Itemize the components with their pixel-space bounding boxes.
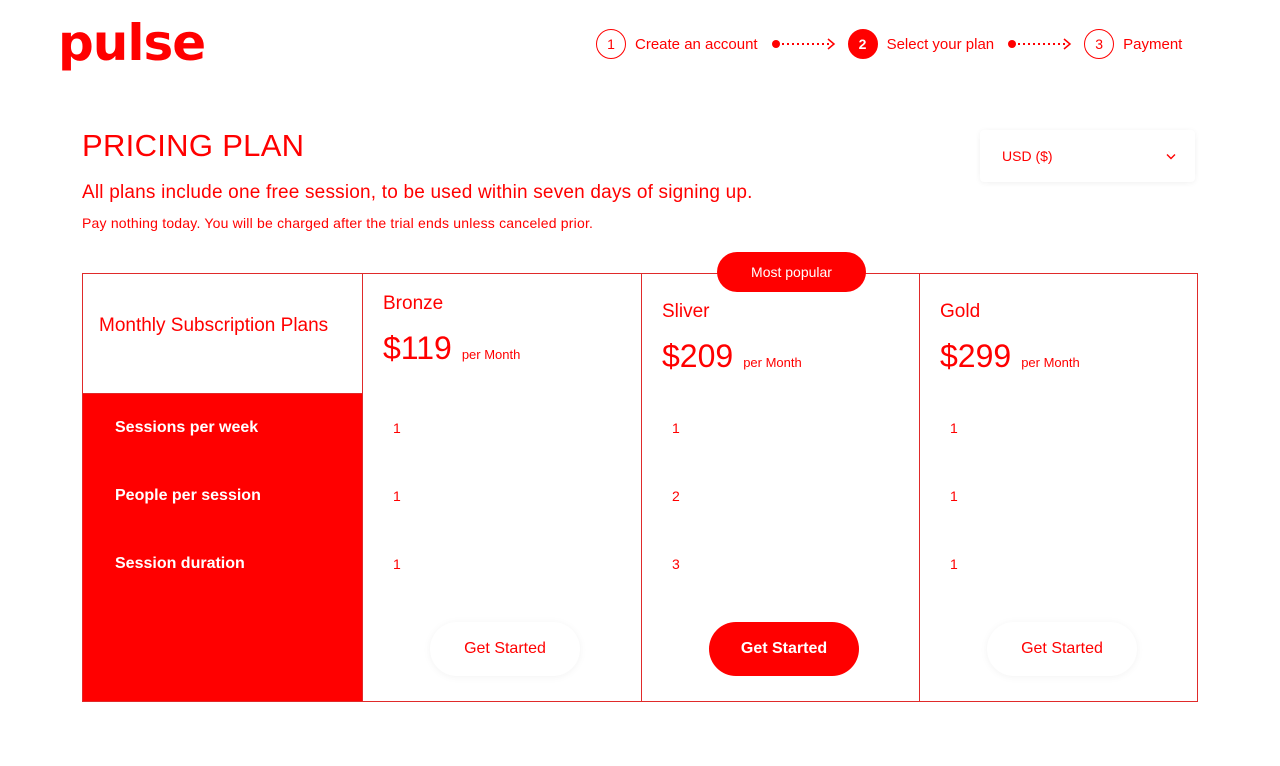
step-select-plan[interactable]: 2 Select your plan xyxy=(847,29,995,59)
table-header-label-cell: Monthly Subscription Plans xyxy=(83,274,362,394)
step-label: Create an account xyxy=(635,35,758,53)
plan-value-sessions: 1 xyxy=(672,420,680,436)
most-popular-badge: Most popular xyxy=(717,252,866,292)
plan-value-sessions: 1 xyxy=(950,420,958,436)
price-period: per Month xyxy=(461,347,521,362)
feature-label-people: People per session xyxy=(115,487,261,504)
step-number: 3 xyxy=(1084,29,1115,59)
plan-name: Gold xyxy=(940,301,981,322)
currency-select[interactable]: USD ($) xyxy=(980,130,1195,182)
plan-name: Bronze xyxy=(383,293,444,314)
step-connector-arrow-icon xyxy=(1008,37,1074,51)
step-number: 1 xyxy=(596,29,626,59)
feature-label-column: Monthly Subscription Plans Sessions per … xyxy=(83,274,362,701)
price-value: $119 xyxy=(383,330,452,366)
plan-name: Sliver xyxy=(662,301,710,322)
page-subtitle: All plans include one free session, to b… xyxy=(82,182,753,203)
plan-value-people: 1 xyxy=(950,488,958,504)
feature-labels: Sessions per week People per session Ses… xyxy=(83,394,362,701)
get-started-button-bronze[interactable]: Get Started xyxy=(430,622,580,676)
page-title: PRICING PLAN xyxy=(82,128,305,163)
step-connector-arrow-icon xyxy=(771,37,838,51)
plan-value-sessions: 1 xyxy=(393,420,401,436)
plan-column-sliver: Most popular Sliver $209 per Month 1 2 3… xyxy=(641,252,920,701)
trial-note: Pay nothing today. You will be charged a… xyxy=(82,215,594,231)
step-number: 2 xyxy=(847,29,878,59)
plan-value-people: 1 xyxy=(393,488,401,504)
step-label: Select your plan xyxy=(886,35,995,53)
price-value: $299 xyxy=(940,338,1012,374)
feature-label-duration: Session duration xyxy=(115,555,245,572)
get-started-button-sliver[interactable]: Get Started xyxy=(709,622,859,676)
step-create-account[interactable]: 1 Create an account xyxy=(596,29,758,59)
signup-stepper: 1 Create an account 2 Select your plan 3… xyxy=(596,28,1182,60)
price-period: per Month xyxy=(743,355,802,370)
plan-value-duration: 1 xyxy=(393,556,401,572)
table-header-label: Monthly Subscription Plans xyxy=(99,315,329,336)
price-period: per Month xyxy=(1021,355,1080,370)
feature-label-sessions: Sessions per week xyxy=(115,419,259,436)
plan-value-duration: 1 xyxy=(950,556,958,572)
plan-column-gold: Gold $299 per Month 1 1 1 Get Started xyxy=(919,274,1198,701)
get-started-button-gold[interactable]: Get Started xyxy=(987,622,1137,676)
step-label: Payment xyxy=(1123,35,1183,53)
step-payment[interactable]: 3 Payment xyxy=(1084,29,1182,59)
plan-price: $119 per Month xyxy=(383,330,520,367)
plan-value-people: 2 xyxy=(672,488,680,504)
plan-price: $209 per Month xyxy=(662,338,802,375)
brand-logo[interactable]: pulse xyxy=(58,12,206,74)
pricing-page: pulse 1 Create an account 2 Select your … xyxy=(0,0,1280,766)
currency-value: USD ($) xyxy=(1002,148,1053,164)
plan-column-bronze: Bronze $119 per Month 1 1 1 Get Started xyxy=(362,274,641,701)
price-value: $209 xyxy=(662,338,734,374)
pricing-table: Monthly Subscription Plans Sessions per … xyxy=(82,252,1198,702)
plan-price: $299 per Month xyxy=(940,338,1080,375)
chevron-down-icon xyxy=(1165,148,1177,164)
plan-value-duration: 3 xyxy=(672,556,680,572)
